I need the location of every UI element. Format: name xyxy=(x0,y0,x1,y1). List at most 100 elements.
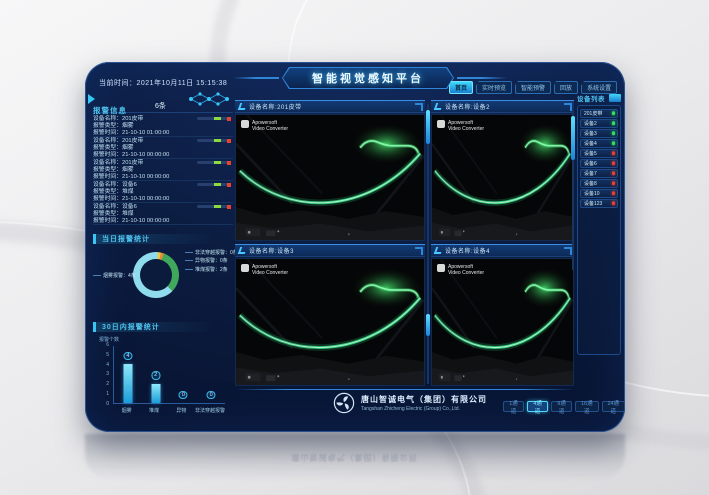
bar-chart: 4200 xyxy=(113,346,225,404)
bar-xlabels: 烟雾堆煤异物非法穿越报警 xyxy=(113,407,225,414)
alarm-title: 报警信息 xyxy=(93,106,127,115)
device-status-dot xyxy=(612,162,616,166)
video-title: 设备名称:设备4 xyxy=(445,246,490,255)
bar-column: 4 xyxy=(114,346,142,403)
device-name: 设备4 xyxy=(584,140,597,147)
y-tick: 6 xyxy=(106,343,109,348)
alarm-time: 报警时间：21-10-10 00:00:00 xyxy=(93,174,233,181)
watermark-line2: Video Converter xyxy=(448,126,484,132)
alarm-card[interactable]: 设备名称：201皮带 报警类型：烟雾 报警时间：21-10-10 01:00:0… xyxy=(93,115,233,137)
donut-label: 烟雾报警：4条 xyxy=(93,272,136,279)
device-item[interactable]: 201皮带 xyxy=(580,109,618,118)
device-list-tab[interactable] xyxy=(609,94,621,102)
alarm-type: 报警类型：烟雾 xyxy=(93,123,233,130)
video-feed[interactable]: ApowersoftVideo Converter xyxy=(235,258,425,386)
bar xyxy=(151,384,160,403)
device-name: 设备5 xyxy=(584,150,597,157)
device-name: 201皮带 xyxy=(584,110,602,117)
bar-chart-ylabel: 报警个数 xyxy=(99,336,119,343)
alarm-type: 报警类型：堆煤 xyxy=(93,211,233,218)
device-item[interactable]: 设备10 xyxy=(580,189,618,198)
alarm-type: 报警类型：烟雾 xyxy=(93,145,233,152)
nav-home[interactable]: 首页 xyxy=(449,81,473,94)
company-block: 唐山智诚电气（集团）有限公司 Tangshan Zhicheng Electri… xyxy=(333,392,487,414)
bar-category: 堆煤 xyxy=(140,407,167,414)
grid-divider-track xyxy=(427,104,429,384)
bar-category: 非法穿越报警 xyxy=(195,407,225,414)
corner-accent-icon xyxy=(434,103,444,110)
alarm-card[interactable]: 设备名称：设备6 报警类型：堆煤 报警时间：21-10-10 00:00:00 xyxy=(93,203,233,225)
nav-live-preview[interactable]: 实时预览 xyxy=(476,81,512,94)
watermark: ApowersoftVideo Converter xyxy=(241,264,288,276)
video-title-bar: 设备名称:201皮带 xyxy=(235,100,425,113)
video-feed[interactable]: ApowersoftVideo Converter xyxy=(235,114,425,241)
device-item[interactable]: 设备2 xyxy=(580,119,618,128)
video-cell: 设备名称:201皮带 ApowersoftVideo Converter xyxy=(235,100,425,241)
device-item[interactable]: 设备3 xyxy=(580,129,618,138)
company-name-en: Tangshan Zhicheng Electric (Group) Co.,L… xyxy=(361,406,487,412)
page-title: 智能视觉感知平台 xyxy=(312,70,424,86)
grid-divider-thumb[interactable] xyxy=(426,314,430,336)
alarm-count-badge: 6条 xyxy=(155,101,166,111)
channel-16[interactable]: 16通道 xyxy=(575,401,598,412)
device-list: 201皮带 设备2 设备3 设备4 设备5 设备6 设备7 设备8 设备10 设… xyxy=(577,105,621,355)
watermark: ApowersoftVideo Converter xyxy=(241,120,288,132)
alarm-card[interactable]: 设备名称：201皮带 报警类型：烟雾 报警时间：21-10-10 00:00:0… xyxy=(93,159,233,181)
device-status-dot xyxy=(612,202,616,206)
alarm-type: 报警类型：烟雾 xyxy=(93,167,233,174)
video-cell: 设备名称:设备4 ApowersoftVideo Converter xyxy=(431,244,574,386)
daily-stats-title: 当日报警统计 xyxy=(93,234,213,244)
grid-divider-thumb[interactable] xyxy=(426,110,430,144)
video-title: 设备名称:201皮带 xyxy=(249,102,302,111)
watermark-line2: Video Converter xyxy=(252,126,288,132)
alarm-time: 报警时间：21-10-10 00:00:00 xyxy=(93,152,233,159)
watermark-logo-icon xyxy=(437,264,445,272)
video-title-bar: 设备名称:设备2 xyxy=(431,100,574,113)
corner-accent-icon xyxy=(238,103,248,110)
title-frame: 智能视觉感知平台 xyxy=(282,67,454,89)
alarm-list: 设备名称：201皮带 报警类型：烟雾 报警时间：21-10-10 01:00:0… xyxy=(93,115,233,225)
device-status-dot xyxy=(612,142,616,146)
y-tick: 5 xyxy=(106,353,109,358)
watermark-logo-icon xyxy=(437,120,445,128)
device-status-dot xyxy=(612,182,616,186)
current-time: 当前时间：2021年10月11日 15:15:38 xyxy=(99,78,227,88)
video-title: 设备名称:设备3 xyxy=(249,246,294,255)
device-name: 设备123 xyxy=(584,200,602,207)
device-item[interactable]: 设备4 xyxy=(580,139,618,148)
watermark-logo-icon xyxy=(241,120,249,128)
device-item[interactable]: 设备8 xyxy=(580,179,618,188)
bar-category: 烟雾 xyxy=(113,407,140,414)
channel-9[interactable]: 9通道 xyxy=(551,401,572,412)
y-tick: 1 xyxy=(106,392,109,397)
channel-4[interactable]: 4通道 xyxy=(527,401,548,412)
device-item[interactable]: 设备123 xyxy=(580,199,618,208)
nav-playback[interactable]: 回放 xyxy=(554,81,578,94)
alarm-sidebar: 报警信息 6条 设备名称：201皮带 报警类型：烟雾 报警时间：21-10-10… xyxy=(93,100,233,430)
device-item[interactable]: 设备7 xyxy=(580,169,618,178)
watermark-logo-icon xyxy=(241,264,249,272)
donut-label: 非法穿越报警：0条 xyxy=(185,249,238,256)
company-logo-icon xyxy=(333,392,355,414)
video-title: 设备名称:设备2 xyxy=(445,102,490,111)
alarm-level-indicator xyxy=(197,117,231,120)
alarm-card[interactable]: 设备名称：设备6 报警类型：堆煤 报警时间：21-10-10 00:00:00 xyxy=(93,181,233,203)
video-feed[interactable]: ApowersoftVideo Converter xyxy=(431,114,574,241)
bar-value: 0 xyxy=(179,391,188,400)
device-scrollbar-thumb[interactable] xyxy=(571,116,575,160)
device-item[interactable]: 设备5 xyxy=(580,149,618,158)
nav-smart-alert[interactable]: 智能预警 xyxy=(515,81,551,94)
corner-bracket-icon xyxy=(415,247,423,255)
bar-value: 2 xyxy=(151,371,160,380)
device-name: 设备8 xyxy=(584,180,597,187)
corner-bracket-icon xyxy=(415,103,423,111)
watermark: ApowersoftVideo Converter xyxy=(437,264,484,276)
alarm-type: 报警类型：堆煤 xyxy=(93,189,233,196)
channel-1[interactable]: 1通道 xyxy=(503,401,524,412)
video-feed[interactable]: ApowersoftVideo Converter xyxy=(431,258,574,386)
alarm-card[interactable]: 设备名称：201皮带 报警类型：烟雾 报警时间：21-10-10 00:00:0… xyxy=(93,137,233,159)
channel-24[interactable]: 24通道 xyxy=(602,401,625,412)
device-item[interactable]: 设备6 xyxy=(580,159,618,168)
corner-accent-icon xyxy=(434,247,444,254)
donut-label: 异物报警：0条 xyxy=(185,257,228,264)
